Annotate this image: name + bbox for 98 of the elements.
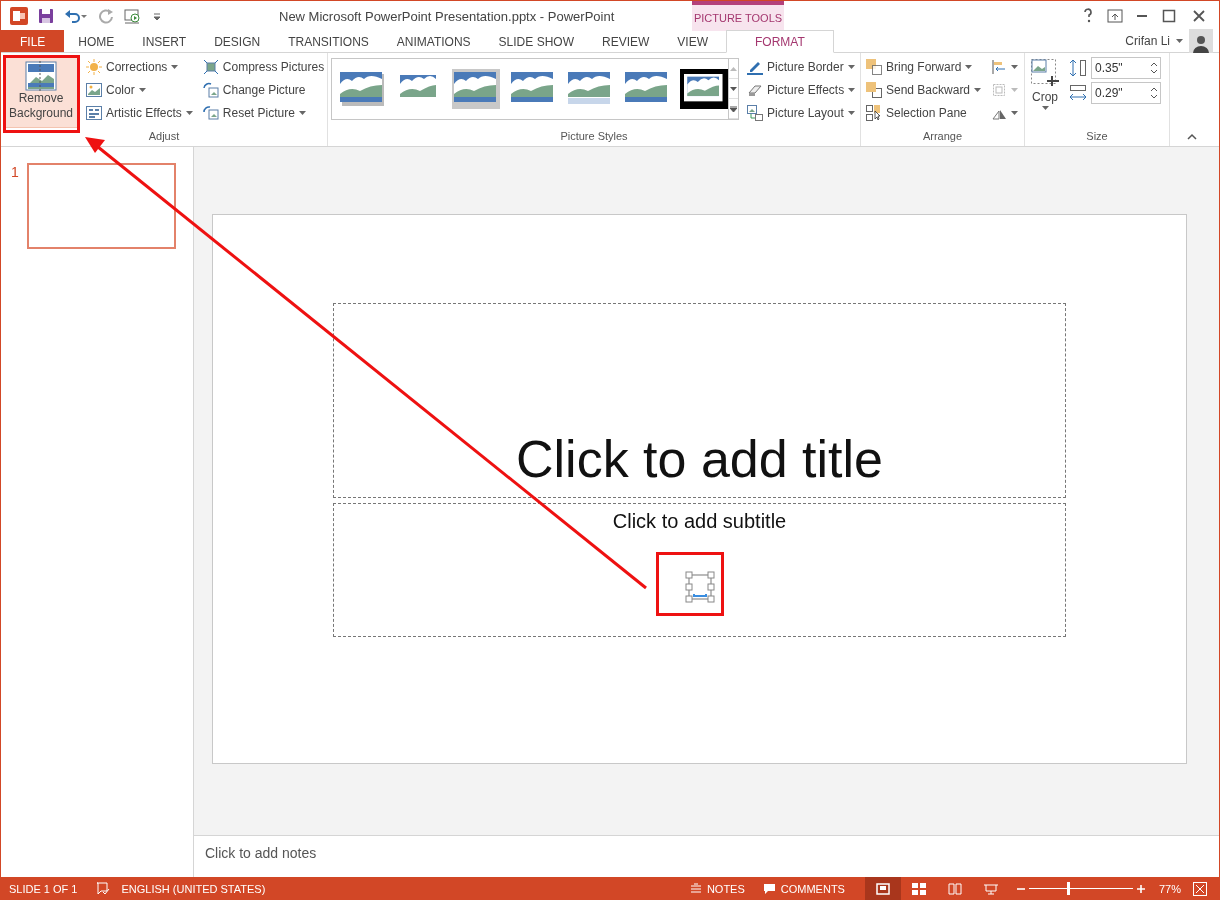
ribbon-tab[interactable]: TRANSITIONS xyxy=(274,30,383,52)
group-label: Arrange xyxy=(921,130,964,144)
title-placeholder[interactable]: Click to add title xyxy=(333,303,1066,498)
slide-thumbnail[interactable] xyxy=(27,163,176,249)
user-name[interactable]: Crifan Li xyxy=(1125,34,1170,48)
ribbon-command[interactable]: Picture Layout xyxy=(745,103,858,123)
ribbon-tab[interactable]: DESIGN xyxy=(200,30,275,52)
notes-button[interactable]: NOTES xyxy=(683,877,751,900)
close-icon xyxy=(1191,7,1207,24)
save-icon xyxy=(38,7,54,24)
down-arrow-icon xyxy=(730,86,737,91)
notes-icon xyxy=(689,882,702,895)
undo-icon xyxy=(64,7,88,24)
zoom-thumb[interactable] xyxy=(1067,882,1071,895)
ribbon-display-icon xyxy=(1107,7,1123,24)
swap-picture-icon xyxy=(202,82,219,98)
comment-icon xyxy=(762,882,776,895)
view-icon xyxy=(947,882,962,895)
slide-number: 1 xyxy=(11,164,20,182)
ribbon-command[interactable]: Artistic Effects xyxy=(84,103,195,123)
caret-icon xyxy=(1176,39,1183,43)
view-icon xyxy=(983,882,998,895)
spinner-icon xyxy=(1150,60,1158,76)
fit-to-window-icon xyxy=(1193,881,1207,896)
ribbon-command[interactable]: Picture Border xyxy=(745,57,858,77)
height-field[interactable]: 0.35" xyxy=(1091,57,1161,79)
ribbon-command[interactable]: Reset Picture xyxy=(200,103,327,123)
remove-background-icon xyxy=(25,61,57,91)
align-button[interactable] xyxy=(989,57,1021,77)
brush-strokes-icon xyxy=(86,105,102,121)
group-label: Picture Styles xyxy=(559,130,629,144)
picture-icon xyxy=(86,83,102,97)
picture-style[interactable] xyxy=(680,69,728,109)
slideshow-icon xyxy=(124,7,142,24)
picture-layout-icon xyxy=(747,105,763,121)
remove-background-button[interactable]: Remove Background xyxy=(4,56,78,128)
zoom-level[interactable]: 77% xyxy=(1158,882,1181,895)
caret-icon xyxy=(1011,88,1019,92)
ribbon-command[interactable]: Corrections xyxy=(84,57,195,77)
ribbon-tab[interactable]: HOME xyxy=(64,30,129,52)
spinner-icon xyxy=(1150,85,1158,101)
caret-icon xyxy=(1011,65,1019,69)
compress-icon xyxy=(202,59,219,75)
ribbon-tab[interactable]: VIEW xyxy=(663,30,722,52)
expand-icon xyxy=(730,105,737,112)
language[interactable]: ENGLISH (UNITED STATES) xyxy=(121,882,266,895)
view-icon xyxy=(875,882,890,895)
height-icon xyxy=(1068,58,1088,78)
send-backward-icon xyxy=(866,82,882,98)
ribbon-tab[interactable]: SLIDE SHOW xyxy=(484,30,588,52)
view-button[interactable] xyxy=(864,877,901,900)
bring-forward-icon xyxy=(866,59,882,75)
app-logo-icon xyxy=(10,6,28,25)
subtitle-text: Click to add subtitle xyxy=(612,510,787,533)
ribbon-command[interactable]: Color xyxy=(84,80,195,100)
zoom-in-icon xyxy=(1136,884,1145,893)
comments-button[interactable]: COMMENTS xyxy=(756,877,851,900)
pencil-icon xyxy=(747,59,763,75)
collapse-ribbon-icon xyxy=(1187,132,1197,140)
minimize-icon xyxy=(1137,14,1147,17)
group-label: Adjust xyxy=(147,130,181,144)
group-icon xyxy=(991,82,1008,98)
ribbon-command[interactable]: Compress Pictures xyxy=(200,57,327,77)
ribbon-tab[interactable]: FILE xyxy=(1,30,65,52)
window-title: New Microsoft PowerPoint Presentation.pptx - PowerPoint xyxy=(279,9,615,24)
contextual-tab-header: PICTURE TOOLS xyxy=(692,1,784,31)
maximize-icon xyxy=(1161,7,1177,24)
ribbon-command[interactable]: Bring Forward xyxy=(864,57,984,77)
caret-icon xyxy=(1041,106,1049,110)
sun-icon xyxy=(86,59,102,75)
eraser-icon xyxy=(747,82,763,98)
width-icon xyxy=(1068,83,1088,103)
view-icon xyxy=(911,882,926,895)
help-icon xyxy=(1083,7,1093,24)
ribbon-tab[interactable]: INSERT xyxy=(128,30,201,52)
ribbon-tab[interactable]: REVIEW xyxy=(587,30,664,52)
crop-button[interactable]: Crop xyxy=(1028,56,1062,128)
crop-icon xyxy=(1030,58,1060,88)
ribbon-command[interactable]: Selection Pane xyxy=(864,103,984,123)
subtitle-placeholder[interactable]: Click to add subtitle xyxy=(333,503,1066,637)
proofing-icon xyxy=(95,880,112,897)
slide-counter: SLIDE 1 OF 1 xyxy=(9,882,78,895)
ribbon-tab[interactable]: FORMAT xyxy=(726,30,834,53)
selection-pane-icon xyxy=(866,105,882,121)
ribbon-command[interactable]: Change Picture xyxy=(200,80,327,100)
ribbon-command[interactable]: Send Backward xyxy=(864,80,984,100)
group-label: Size xyxy=(1085,130,1109,144)
align-icon xyxy=(991,59,1008,75)
width-field[interactable]: 0.29" xyxy=(1091,82,1161,104)
highlight-frame xyxy=(656,552,724,616)
title-text: Click to add title xyxy=(515,429,883,489)
notes-placeholder[interactable]: Click to add notes xyxy=(205,845,317,861)
avatar[interactable] xyxy=(1189,29,1213,53)
caret-icon xyxy=(1011,111,1019,115)
reset-picture-icon xyxy=(202,105,219,121)
ribbon-tab[interactable]: ANIMATIONS xyxy=(382,30,485,52)
ribbon-command[interactable]: Picture Effects xyxy=(745,80,858,100)
redo-icon xyxy=(98,7,114,24)
